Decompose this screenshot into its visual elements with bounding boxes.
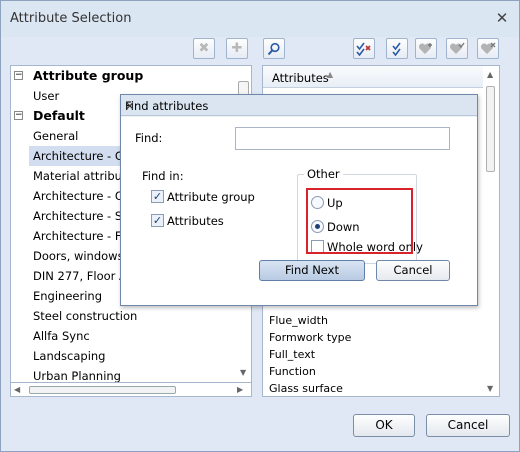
heart-add-icon[interactable]	[415, 38, 437, 59]
window-title: Attribute Selection	[10, 11, 132, 26]
ok-button[interactable]: OK	[353, 414, 415, 437]
dialog-cancel-button[interactable]: Cancel	[376, 260, 450, 281]
sort-ascending-icon: ▲	[327, 70, 334, 79]
attributes-column-header[interactable]: Attributes ▲	[263, 66, 483, 88]
attributes-checkbox[interactable]: ✓	[151, 214, 164, 227]
find-next-button[interactable]: Find Next	[259, 260, 365, 281]
uncheck-all-icon[interactable]	[353, 38, 375, 59]
tree-label: General	[33, 129, 79, 143]
find-in-label: Find in:	[139, 169, 187, 183]
scroll-thumb[interactable]	[486, 86, 495, 172]
check-all-icon[interactable]	[386, 38, 408, 59]
tree-label: Architecture - G	[33, 149, 124, 163]
tree-label: Attribute group	[33, 68, 144, 83]
dialog-body: Find: Find in: ✓ Attribute group ✓ Attri…	[121, 117, 477, 305]
tree-label: Architecture - S	[33, 209, 123, 223]
scroll-left-icon[interactable]: ◀	[14, 385, 20, 394]
tree-item-steel-construction[interactable]: Steel construction	[11, 306, 237, 326]
attributes-header-label: Attributes	[272, 71, 329, 85]
scroll-down-icon[interactable]: ▼	[487, 384, 493, 393]
tree-label: Urban Planning	[33, 369, 121, 383]
tree-item-allfa-sync[interactable]: Allfa Sync	[11, 326, 237, 346]
attributes-label: Attributes	[167, 214, 224, 228]
title-bar: Attribute Selection ✕	[1, 1, 519, 37]
list-item[interactable]: Full_text	[269, 346, 315, 363]
close-icon[interactable]: ✕	[494, 10, 510, 26]
attribute-group-checkbox[interactable]: ✓	[151, 190, 164, 203]
tree-label: Doors, windows	[33, 249, 124, 263]
tree-label: User	[33, 89, 60, 103]
find-input[interactable]	[235, 127, 450, 150]
tree-label: Architecture - F	[33, 229, 122, 243]
scroll-right-icon[interactable]: ▶	[237, 385, 243, 394]
dialog-title-bar: Find attributes ✕	[121, 95, 477, 116]
heart-remove-icon[interactable]	[477, 38, 499, 59]
highlight-box	[306, 188, 413, 254]
tree-label: Architecture - Q	[33, 189, 124, 203]
tree-label: DIN 277, Floor A	[33, 269, 127, 283]
scroll-up-icon[interactable]: ▲	[487, 70, 493, 79]
list-item[interactable]: Formwork type	[269, 329, 351, 346]
tree-item-landscaping[interactable]: Landscaping	[11, 346, 237, 366]
list-item[interactable]: Glass surface	[269, 380, 343, 396]
cancel-button[interactable]: Cancel	[426, 414, 510, 437]
find-attributes-dialog: Find attributes ✕ Find: Find in: ✓ Attri…	[120, 94, 478, 306]
attributes-vertical-scrollbar[interactable]: ▲ ▼	[485, 66, 497, 396]
list-item[interactable]: Function	[269, 363, 316, 380]
tree-label: Steel construction	[33, 309, 138, 323]
search-icon[interactable]	[263, 38, 285, 59]
other-label: Other	[304, 167, 343, 181]
attribute-group-label: Attribute group	[167, 190, 255, 204]
tree-label: Allfa Sync	[33, 329, 90, 343]
tree-label: Engineering	[33, 289, 102, 303]
list-item[interactable]: Flue_width	[269, 312, 328, 329]
tree-item-attribute-group[interactable]: − Attribute group	[11, 66, 237, 86]
tree-label: Material attribute	[33, 169, 134, 183]
delete-icon[interactable]: ✖	[193, 38, 215, 59]
close-icon[interactable]: ✕	[125, 99, 471, 113]
tree-label: Landscaping	[33, 349, 106, 363]
tree-horizontal-scrollbar[interactable]: ◀ ▶	[10, 383, 252, 397]
find-label: Find:	[135, 131, 163, 145]
scroll-down-icon[interactable]: ▼	[240, 368, 246, 377]
collapse-icon[interactable]: −	[14, 111, 23, 120]
scroll-thumb[interactable]	[29, 386, 176, 394]
heart-check-icon[interactable]	[446, 38, 468, 59]
tree-label: Default	[33, 108, 85, 123]
collapse-icon[interactable]: −	[14, 71, 23, 80]
add-icon[interactable]: ✚	[226, 38, 248, 59]
tree-item-urban-planning[interactable]: Urban Planning	[11, 366, 237, 383]
